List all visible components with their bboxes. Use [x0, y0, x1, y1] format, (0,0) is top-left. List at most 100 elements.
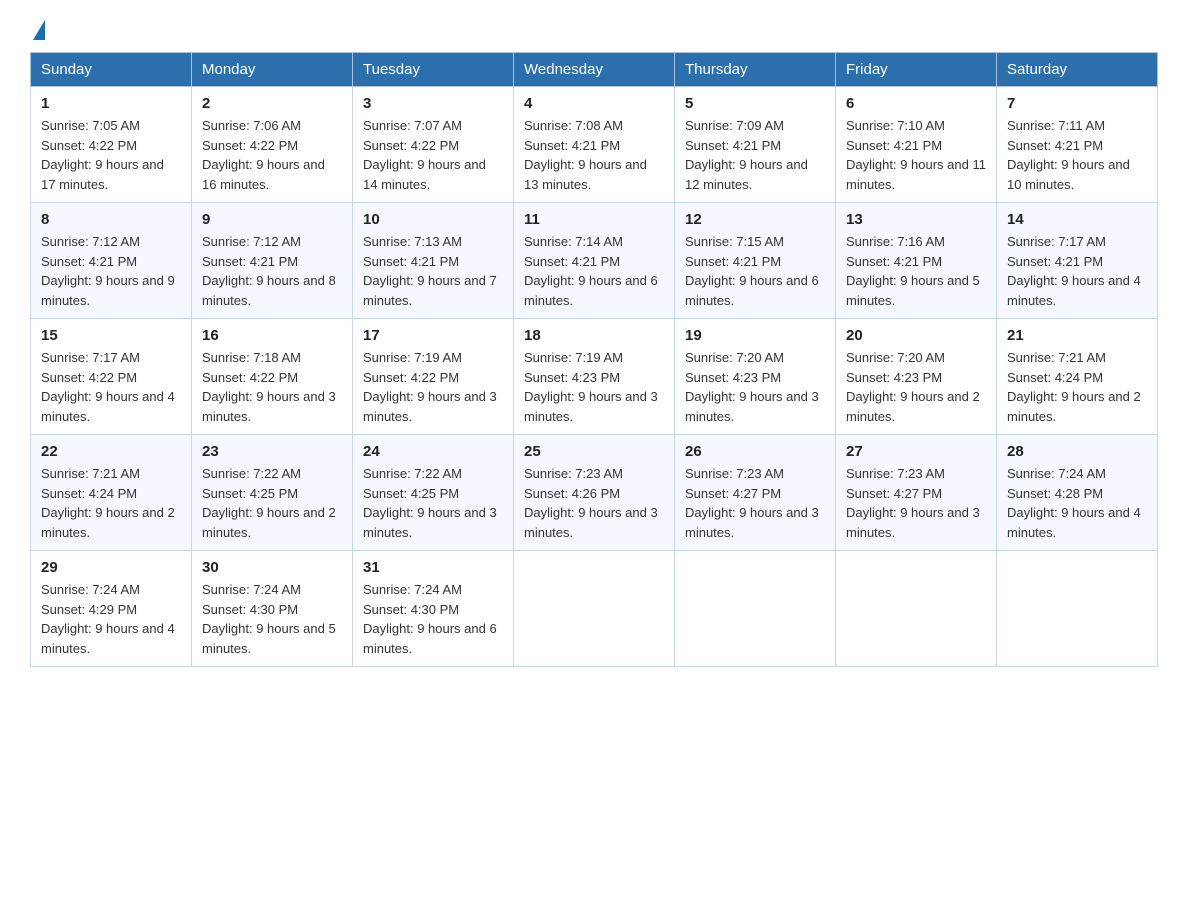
weekday-header-monday: Monday	[192, 53, 353, 87]
day-number: 30	[202, 559, 342, 576]
calendar-cell: 9 Sunrise: 7:12 AMSunset: 4:21 PMDaylight…	[192, 203, 353, 319]
calendar-cell: 12 Sunrise: 7:15 AMSunset: 4:21 PMDayligh…	[675, 203, 836, 319]
day-number: 26	[685, 443, 825, 460]
calendar-cell: 10 Sunrise: 7:13 AMSunset: 4:21 PMDayligh…	[353, 203, 514, 319]
day-info: Sunrise: 7:23 AMSunset: 4:26 PMDaylight:…	[524, 464, 664, 542]
calendar-cell: 8Sunrise: 7:12 AMSunset: 4:21 PMDaylight…	[31, 203, 192, 319]
calendar-cell: 25Sunrise: 7:23 AMSunset: 4:26 PMDayligh…	[514, 435, 675, 551]
logo-arrow-icon	[33, 20, 45, 40]
day-number: 23	[202, 443, 342, 460]
day-number: 6	[846, 95, 986, 112]
calendar-table: SundayMondayTuesdayWednesdayThursdayFrid…	[30, 52, 1158, 667]
day-number: 28	[1007, 443, 1147, 460]
day-number: 20	[846, 327, 986, 344]
day-info: Sunrise: 7:21 AMSunset: 4:24 PMDaylight:…	[1007, 348, 1147, 426]
day-info: Sunrise: 7:05 AMSunset: 4:22 PMDaylight:…	[41, 116, 181, 194]
calendar-cell: 6 Sunrise: 7:10 AMSunset: 4:21 PMDaylight…	[836, 87, 997, 203]
day-number: 19	[685, 327, 825, 344]
week-row-4: 22Sunrise: 7:21 AMSunset: 4:24 PMDayligh…	[31, 435, 1158, 551]
calendar-cell: 22Sunrise: 7:21 AMSunset: 4:24 PMDayligh…	[31, 435, 192, 551]
calendar-cell: 31 Sunrise: 7:24 AMSunset: 4:30 PMDayligh…	[353, 551, 514, 667]
day-info: Sunrise: 7:17 AMSunset: 4:22 PMDaylight:…	[41, 348, 181, 426]
calendar-cell: 19 Sunrise: 7:20 AMSunset: 4:23 PMDayligh…	[675, 319, 836, 435]
day-number: 15	[41, 327, 181, 344]
day-number: 17	[363, 327, 503, 344]
day-info: Sunrise: 7:15 AMSunset: 4:21 PMDaylight:…	[685, 232, 825, 310]
calendar-cell: 7 Sunrise: 7:11 AMSunset: 4:21 PMDaylight…	[997, 87, 1158, 203]
day-number: 5	[685, 95, 825, 112]
calendar-cell	[514, 551, 675, 667]
calendar-cell: 4Sunrise: 7:08 AMSunset: 4:21 PMDaylight…	[514, 87, 675, 203]
day-info: Sunrise: 7:11 AMSunset: 4:21 PMDaylight:…	[1007, 116, 1147, 194]
day-info: Sunrise: 7:16 AMSunset: 4:21 PMDaylight:…	[846, 232, 986, 310]
day-number: 16	[202, 327, 342, 344]
week-row-2: 8 Sunrise: 7:12 AMSunset: 4:21 PMDaylight…	[31, 203, 1158, 319]
calendar-cell: 14 Sunrise: 7:17 AMSunset: 4:21 PMDayligh…	[997, 203, 1158, 319]
day-number: 9	[202, 211, 342, 228]
day-info: Sunrise: 7:21 AMSunset: 4:24 PMDaylight:…	[41, 464, 181, 542]
day-number: 3	[363, 95, 503, 112]
calendar-cell: 11 Sunrise: 7:14 AMSunset: 4:21 PMDayligh…	[514, 203, 675, 319]
day-info: Sunrise: 7:22 AMSunset: 4:25 PMDaylight:…	[202, 464, 342, 542]
calendar-cell: 21Sunrise: 7:21 AMSunset: 4:24 PMDayligh…	[997, 319, 1158, 435]
day-info: Sunrise: 7:14 AMSunset: 4:21 PMDaylight:…	[524, 232, 664, 310]
day-info: Sunrise: 7:08 AMSunset: 4:21 PMDaylight:…	[524, 116, 664, 194]
day-info: Sunrise: 7:24 AMSunset: 4:29 PMDaylight:…	[41, 580, 181, 658]
calendar-cell: 30 Sunrise: 7:24 AMSunset: 4:30 PMDayligh…	[192, 551, 353, 667]
day-number: 14	[1007, 211, 1147, 228]
day-number: 27	[846, 443, 986, 460]
day-info: Sunrise: 7:24 AMSunset: 4:30 PMDaylight:…	[363, 580, 503, 658]
calendar-cell: 29Sunrise: 7:24 AMSunset: 4:29 PMDayligh…	[31, 551, 192, 667]
day-number: 11	[524, 211, 664, 228]
day-info: Sunrise: 7:24 AMSunset: 4:30 PMDaylight:…	[202, 580, 342, 658]
day-number: 18	[524, 327, 664, 344]
day-info: Sunrise: 7:18 AMSunset: 4:22 PMDaylight:…	[202, 348, 342, 426]
day-info: Sunrise: 7:06 AMSunset: 4:22 PMDaylight:…	[202, 116, 342, 194]
calendar-cell: 20 Sunrise: 7:20 AMSunset: 4:23 PMDayligh…	[836, 319, 997, 435]
calendar-cell	[997, 551, 1158, 667]
page-header	[30, 20, 1158, 42]
week-row-1: 1 Sunrise: 7:05 AMSunset: 4:22 PMDaylight…	[31, 87, 1158, 203]
calendar-cell: 16 Sunrise: 7:18 AMSunset: 4:22 PMDayligh…	[192, 319, 353, 435]
day-info: Sunrise: 7:10 AMSunset: 4:21 PMDaylight:…	[846, 116, 986, 194]
weekday-header-row: SundayMondayTuesdayWednesdayThursdayFrid…	[31, 53, 1158, 87]
weekday-header-sunday: Sunday	[31, 53, 192, 87]
day-info: Sunrise: 7:12 AMSunset: 4:21 PMDaylight:…	[202, 232, 342, 310]
day-info: Sunrise: 7:23 AMSunset: 4:27 PMDaylight:…	[846, 464, 986, 542]
calendar-cell: 13 Sunrise: 7:16 AMSunset: 4:21 PMDayligh…	[836, 203, 997, 319]
day-info: Sunrise: 7:19 AMSunset: 4:22 PMDaylight:…	[363, 348, 503, 426]
day-number: 13	[846, 211, 986, 228]
day-info: Sunrise: 7:22 AMSunset: 4:25 PMDaylight:…	[363, 464, 503, 542]
calendar-cell: 23 Sunrise: 7:22 AMSunset: 4:25 PMDayligh…	[192, 435, 353, 551]
day-number: 1	[41, 95, 181, 112]
day-info: Sunrise: 7:09 AMSunset: 4:21 PMDaylight:…	[685, 116, 825, 194]
weekday-header-friday: Friday	[836, 53, 997, 87]
day-number: 24	[363, 443, 503, 460]
day-number: 2	[202, 95, 342, 112]
calendar-cell: 17 Sunrise: 7:19 AMSunset: 4:22 PMDayligh…	[353, 319, 514, 435]
week-row-5: 29Sunrise: 7:24 AMSunset: 4:29 PMDayligh…	[31, 551, 1158, 667]
day-number: 8	[41, 211, 181, 228]
day-number: 7	[1007, 95, 1147, 112]
day-info: Sunrise: 7:20 AMSunset: 4:23 PMDaylight:…	[685, 348, 825, 426]
calendar-cell	[675, 551, 836, 667]
calendar-cell: 26Sunrise: 7:23 AMSunset: 4:27 PMDayligh…	[675, 435, 836, 551]
calendar-cell: 27 Sunrise: 7:23 AMSunset: 4:27 PMDayligh…	[836, 435, 997, 551]
day-info: Sunrise: 7:20 AMSunset: 4:23 PMDaylight:…	[846, 348, 986, 426]
logo	[30, 20, 45, 42]
weekday-header-wednesday: Wednesday	[514, 53, 675, 87]
calendar-cell: 15 Sunrise: 7:17 AMSunset: 4:22 PMDayligh…	[31, 319, 192, 435]
day-number: 31	[363, 559, 503, 576]
calendar-cell: 28Sunrise: 7:24 AMSunset: 4:28 PMDayligh…	[997, 435, 1158, 551]
calendar-cell: 18 Sunrise: 7:19 AMSunset: 4:23 PMDayligh…	[514, 319, 675, 435]
day-info: Sunrise: 7:17 AMSunset: 4:21 PMDaylight:…	[1007, 232, 1147, 310]
week-row-3: 15 Sunrise: 7:17 AMSunset: 4:22 PMDayligh…	[31, 319, 1158, 435]
calendar-cell: 24 Sunrise: 7:22 AMSunset: 4:25 PMDayligh…	[353, 435, 514, 551]
calendar-cell	[836, 551, 997, 667]
weekday-header-saturday: Saturday	[997, 53, 1158, 87]
day-info: Sunrise: 7:13 AMSunset: 4:21 PMDaylight:…	[363, 232, 503, 310]
day-number: 10	[363, 211, 503, 228]
day-info: Sunrise: 7:19 AMSunset: 4:23 PMDaylight:…	[524, 348, 664, 426]
calendar-cell: 3Sunrise: 7:07 AMSunset: 4:22 PMDaylight…	[353, 87, 514, 203]
day-number: 12	[685, 211, 825, 228]
